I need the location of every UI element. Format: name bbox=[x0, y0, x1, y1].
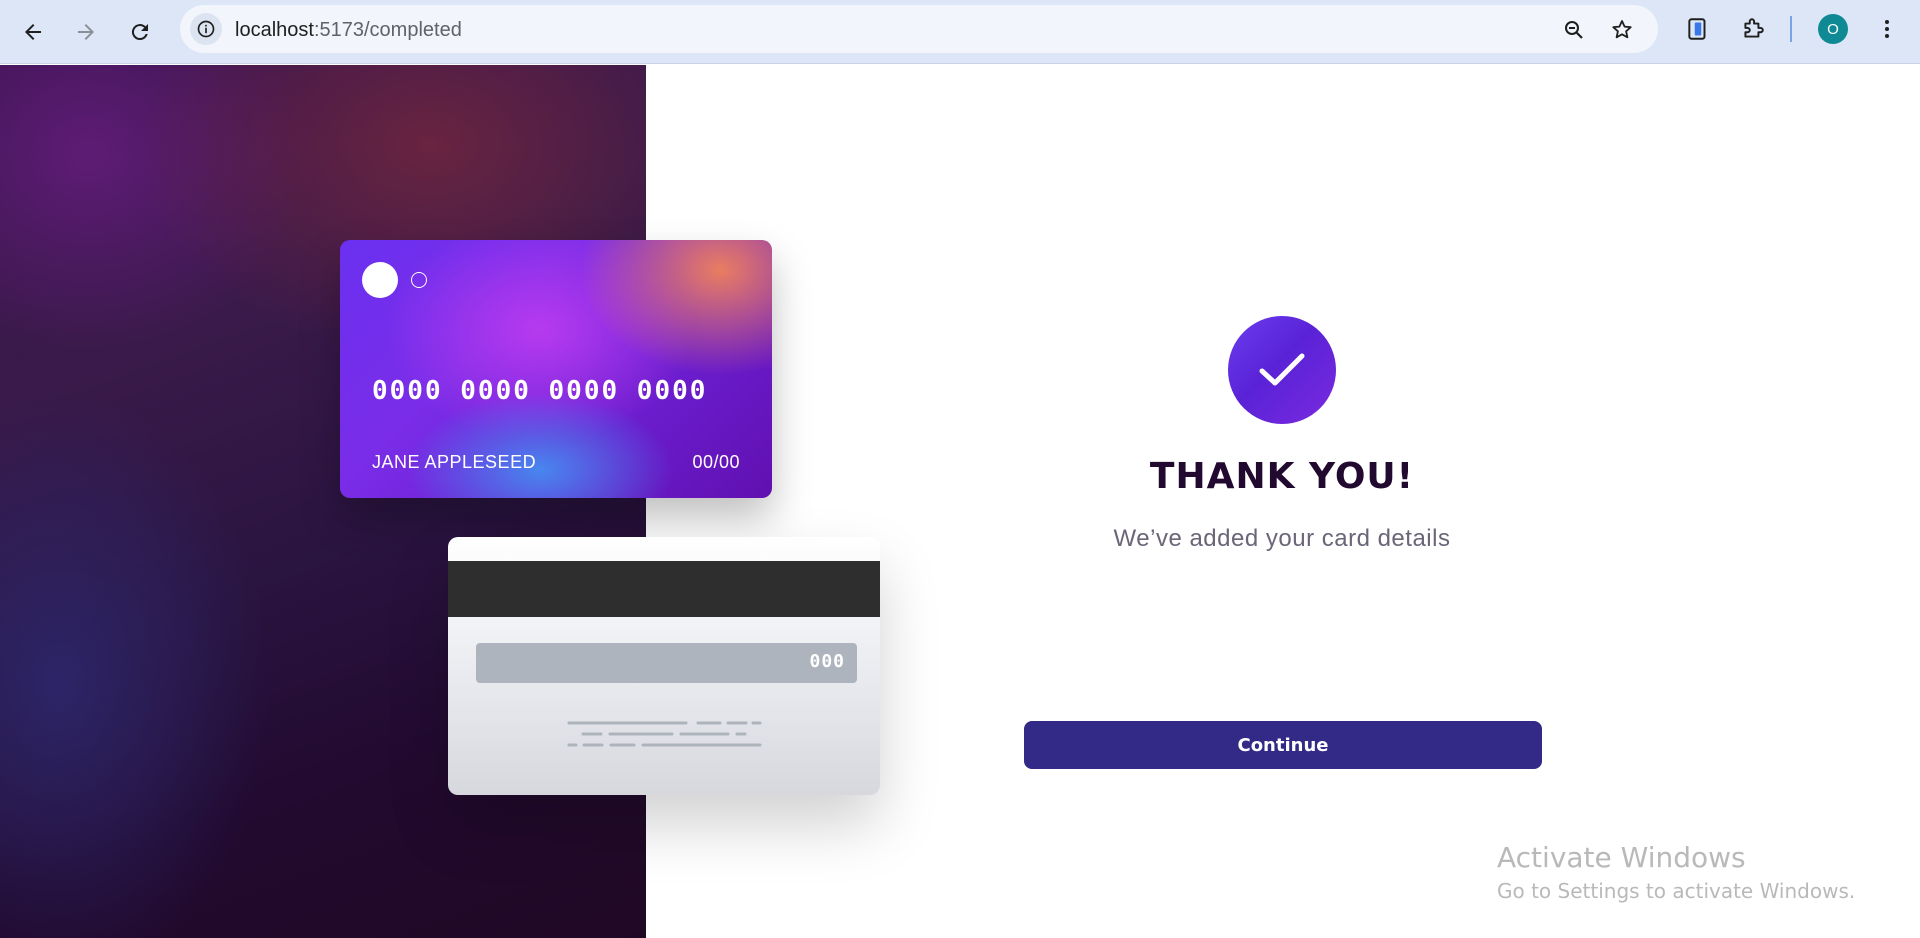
bookmark-button[interactable] bbox=[1609, 17, 1635, 43]
card-back: 000 bbox=[448, 537, 880, 795]
forward-button[interactable] bbox=[64, 12, 108, 52]
profile-avatar[interactable]: O bbox=[1818, 14, 1848, 44]
card-logo-circle-large bbox=[362, 262, 398, 298]
info-icon bbox=[197, 20, 215, 38]
site-info-button[interactable] bbox=[190, 13, 222, 45]
extensions-button[interactable] bbox=[1738, 14, 1768, 44]
url-path: :5173/completed bbox=[313, 19, 462, 41]
magnetic-stripe bbox=[448, 561, 880, 617]
card-front: 0000 0000 0000 0000 JANE APPLESEED 00/00 bbox=[340, 240, 772, 498]
signature-strip: 000 bbox=[476, 643, 857, 683]
cardholder-name: JANE APPLESEED bbox=[372, 452, 537, 472]
card-cvc: 000 bbox=[809, 651, 845, 672]
zoom-out-icon bbox=[1565, 21, 1583, 39]
puzzle-icon bbox=[1744, 18, 1764, 38]
kebab-menu-icon bbox=[1885, 20, 1889, 38]
arrow-left-icon bbox=[25, 24, 41, 40]
star-icon bbox=[1612, 20, 1632, 39]
arrow-right-icon bbox=[78, 24, 94, 40]
phone-device-icon bbox=[1688, 18, 1706, 40]
profile-initial: O bbox=[1827, 20, 1839, 38]
activate-windows-subtitle: Go to Settings to activate Windows. bbox=[1497, 879, 1856, 903]
reload-button[interactable] bbox=[118, 12, 162, 52]
browser-toolbar: localhost:5173/completed O bbox=[0, 0, 1920, 64]
decorative-background-panel bbox=[0, 65, 646, 938]
thank-you-heading: THANK YOU! bbox=[1149, 456, 1415, 497]
success-icon-circle bbox=[1228, 316, 1336, 424]
url-text[interactable]: localhost:5173/completed bbox=[235, 19, 462, 42]
confirmation-message: We’ve added your card details bbox=[1113, 525, 1451, 552]
reload-icon bbox=[131, 24, 148, 41]
continue-button[interactable]: Continue bbox=[1024, 721, 1542, 769]
page-content: 0000 0000 0000 0000 JANE APPLESEED 00/00… bbox=[0, 65, 1920, 938]
toolbar-divider bbox=[1790, 16, 1792, 42]
card-number: 0000 0000 0000 0000 bbox=[372, 376, 708, 406]
device-button[interactable] bbox=[1683, 14, 1713, 44]
url-host: localhost bbox=[235, 19, 314, 41]
checkmark-icon bbox=[1259, 353, 1305, 386]
card-expiry: 00/00 bbox=[692, 452, 740, 472]
zoom-button[interactable] bbox=[1561, 17, 1587, 43]
browser-menu-button[interactable] bbox=[1872, 14, 1902, 44]
address-bar[interactable]: localhost:5173/completed bbox=[180, 5, 1658, 53]
activate-windows-title: Activate Windows bbox=[1497, 841, 1746, 874]
card-logo-circle-small bbox=[411, 272, 427, 288]
back-button[interactable] bbox=[11, 12, 55, 52]
card-fine-print-lines bbox=[567, 721, 762, 747]
